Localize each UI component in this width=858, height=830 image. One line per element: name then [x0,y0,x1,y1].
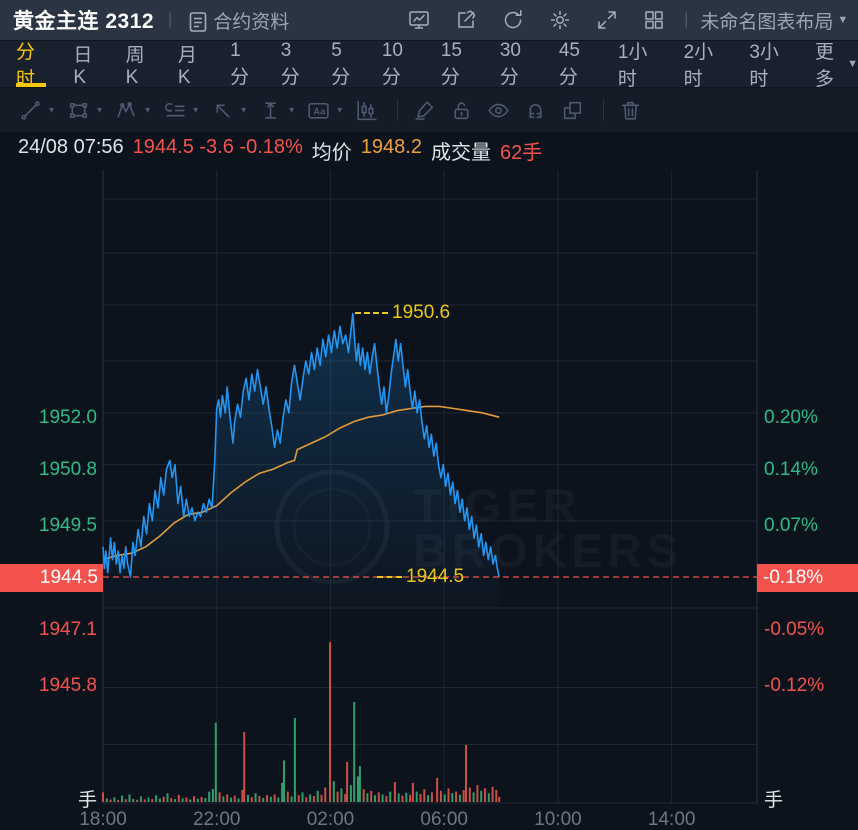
legend-volume-value: 62手 [499,142,543,164]
time-tick-10:00: 10:00 [534,809,582,830]
tab-日K[interactable]: 日K [73,41,98,88]
duplicate-tool[interactable] [560,98,585,123]
legend-price-change: 1944.5 -3.6 -0.18% [132,136,303,158]
current-price-annotation: 1944.5 [377,566,464,588]
volume-unit-right: 手 [764,790,784,811]
high-price-annotation: 1950.6 [355,302,450,324]
tab-1分[interactable]: 1分 [230,40,254,88]
chart-plot[interactable] [0,165,858,830]
tab-15分[interactable]: 15分 [441,40,473,88]
delete-tool[interactable] [618,98,643,123]
refresh-icon[interactable] [501,8,525,32]
indicators-icon[interactable] [407,8,431,32]
fullscreen-icon[interactable] [595,8,619,32]
quote-legend: 24/08 07:56 1944.5 -3.6 -0.18% 均价 1948.2… [18,136,542,165]
tab-1小时[interactable]: 1小时 [618,41,657,90]
multi-chart-icon[interactable] [642,8,666,32]
chart-layout-selector[interactable]: 未命名图表布局 ▼ [700,7,848,34]
header-divider: | [168,11,173,28]
text-tool[interactable]: Aa ▾ [306,98,342,123]
measure-tool[interactable]: ▾ [258,98,294,123]
percent-tick-0.07%: 0.07% [764,515,818,536]
time-tick-22:00: 22:00 [192,809,241,830]
symbol-title: 黄金主连 2312 [13,10,155,33]
brush-tool[interactable] [412,98,437,123]
settings-icon[interactable] [548,8,572,32]
toolbar-divider [397,99,399,121]
chart-layout-label: 未命名图表布局 [700,11,834,33]
price-tick-1952.0: 1952.0 [38,407,97,428]
trend-line-tool[interactable]: ▾ [18,98,54,123]
legend-avg-label: 均价 [311,142,352,164]
time-tick-18:00: 18:00 [79,809,127,830]
wave-tool[interactable]: ▾ [114,98,150,123]
header-bar: 黄金主连 2312 | 合约资料 | 未命名图表布局 ▼ [0,0,858,41]
tab-月K[interactable]: 月K [178,41,203,88]
shape-tool[interactable]: ▾ [66,98,102,123]
price-tick-1949.5: 1949.5 [38,515,97,536]
chart-region: TIGER BROKERS 1952.01950.81949.51948.319… [0,165,858,830]
lock-tool[interactable] [449,98,474,123]
tab-5分[interactable]: 5分 [331,40,355,88]
time-tick-06:00: 06:00 [420,809,468,830]
tab-2小时[interactable]: 2小时 [684,41,723,90]
contract-info-link[interactable]: 合约资料 [186,7,289,34]
price-tick-1947.1: 1947.1 [38,618,97,640]
annotation-dash [355,312,388,314]
percent-tick-0.14%: 0.14% [764,458,818,480]
chevron-down-icon: ▾ [145,104,151,116]
tab-10分[interactable]: 10分 [382,40,414,88]
current-percent-badge: -0.18% [757,564,858,592]
visibility-tool[interactable] [486,98,511,123]
drawing-toolbar: ▾ ▾ ▾ ▾ ▾ ▾ Aa ▾ [0,88,858,133]
chevron-down-icon: ▾ [289,104,295,116]
gann-tool[interactable]: ▾ [162,98,198,123]
chevron-down-icon: ▼ [837,14,849,26]
trading-chart-app: 黄金主连 2312 | 合约资料 | 未命名图表布局 ▼ 分时 日K 周K 月K 1分 3… [0,0,858,830]
contract-info-label: 合约资料 [213,11,290,33]
chevron-down-icon: ▾ [97,104,103,116]
document-icon [186,10,207,32]
annotation-dash [377,576,402,578]
volume-unit-left: 手 [77,790,97,811]
percent-tick--0.12%: -0.12% [764,674,825,696]
drawing-icon[interactable] [454,8,478,32]
tab-周K[interactable]: 周K [126,41,151,88]
percent-tick--0.05%: -0.05% [764,618,825,640]
chevron-down-icon: ▾ [193,104,199,116]
percent-tick-0.20%: 0.20% [764,407,818,428]
svg-text:Aa: Aa [313,106,326,116]
interval-tabbar: 分时 日K 周K 月K 1分 3分 5分 10分 15分 30分 45分 1小时 2小时 3小时 更多 ▼ [0,40,858,90]
chevron-down-icon: ▾ [241,104,247,116]
legend-avg-value: 1948.2 [360,136,422,158]
chevron-down-icon: ▼ [847,58,858,70]
legend-volume-label: 成交量 [430,142,491,164]
header-icon-strip [407,8,666,32]
legend-datetime: 24/08 07:56 [18,136,124,158]
price-tick-1945.8: 1945.8 [38,674,97,696]
pattern-tool[interactable] [354,98,379,123]
time-tick-02:00: 02:00 [306,809,355,830]
price-tick-1950.8: 1950.8 [38,458,97,480]
tab-更多[interactable]: 更多 ▼ [815,41,858,90]
header-divider-2: | [684,11,689,28]
toolbar-divider [603,99,605,121]
arrow-tool[interactable]: ▾ [210,98,246,123]
tab-3分[interactable]: 3分 [281,40,305,88]
tab-30分[interactable]: 30分 [500,40,532,88]
magnet-tool[interactable] [523,98,548,123]
tab-active-fenshi[interactable]: 分时 [16,41,47,90]
chevron-down-icon: ▾ [337,104,343,116]
current-price-badge: 1944.5 [0,564,103,592]
tab-3小时[interactable]: 3小时 [749,41,788,90]
time-tick-14:00: 14:00 [647,809,696,830]
tab-45分[interactable]: 45分 [559,40,591,88]
chevron-down-icon: ▾ [49,104,55,116]
